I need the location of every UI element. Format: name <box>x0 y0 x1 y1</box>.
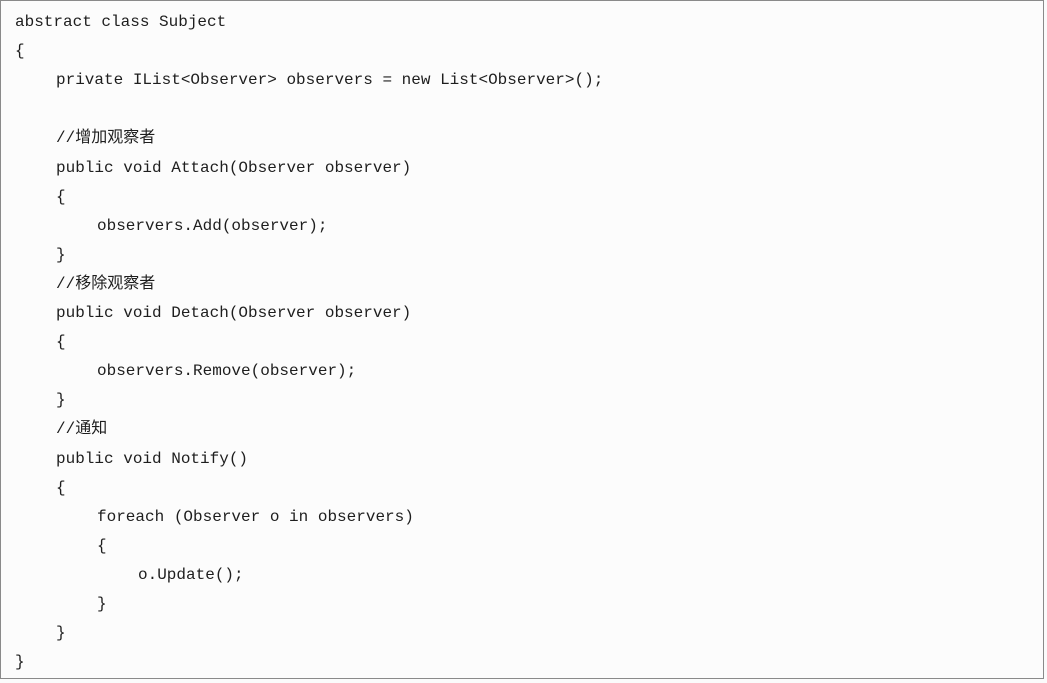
page: abstract class Subject { private IList<Obs… <box>0 0 1047 683</box>
code-line: foreach (Observer o in observers) <box>97 507 414 526</box>
code-block: abstract class Subject { private IList<Obs… <box>0 0 1044 679</box>
code-line: { <box>56 478 66 497</box>
code-line: } <box>56 624 66 643</box>
code-line: o.Update(); <box>138 565 244 584</box>
code-line: observers.Add(observer); <box>97 216 328 235</box>
code-line: } <box>56 245 66 264</box>
code-line: { <box>15 42 25 61</box>
code-line: public void Notify() <box>56 449 249 468</box>
code-line: public void Detach(Observer observer) <box>56 304 412 322</box>
code-line: } <box>56 391 66 410</box>
code-line: //增加观察者 <box>56 129 156 148</box>
code-line: { <box>56 187 66 206</box>
code-line: } <box>97 595 107 613</box>
code-line: private IList<Observer> observers = new … <box>56 71 604 90</box>
code-line: { <box>56 333 66 352</box>
code-line: } <box>15 653 25 672</box>
code-line: { <box>97 536 107 555</box>
code-line: abstract class Subject <box>15 13 227 31</box>
code-line: //通知 <box>56 420 108 439</box>
code-line: public void Attach(Observer observer) <box>56 158 412 177</box>
code-line: //移除观察者 <box>56 274 156 293</box>
code-line: observers.Remove(observer); <box>97 362 357 381</box>
